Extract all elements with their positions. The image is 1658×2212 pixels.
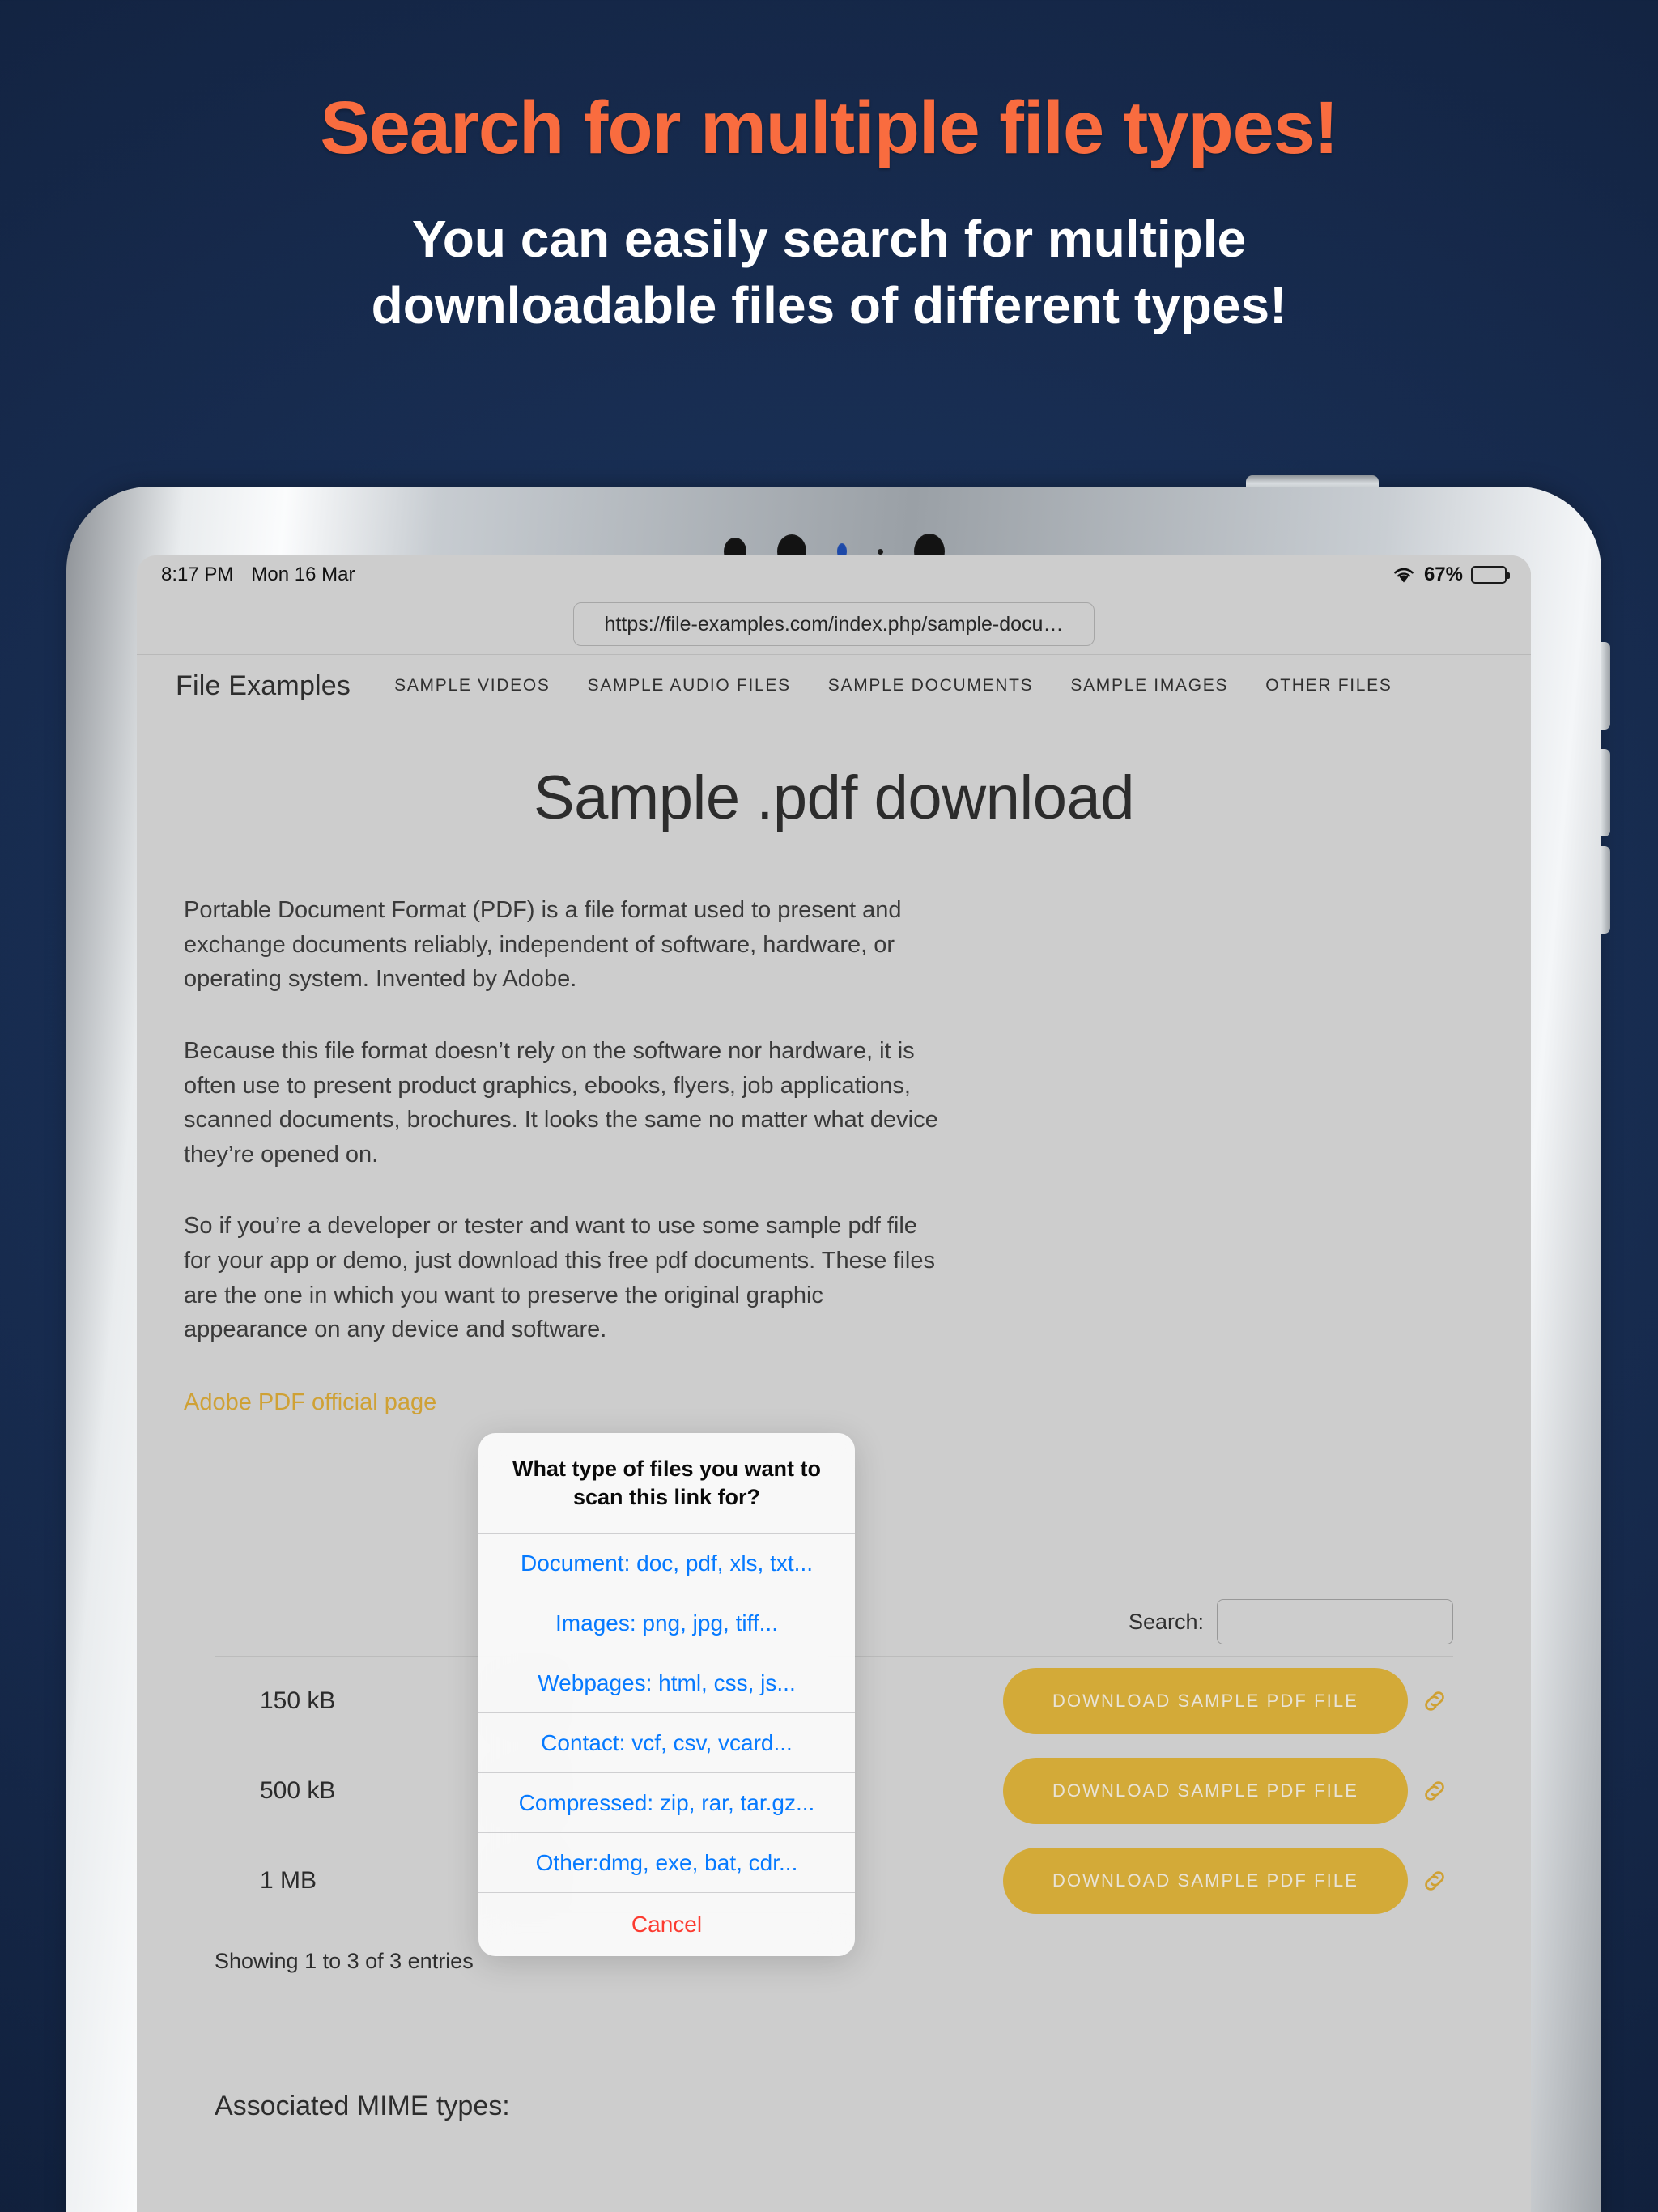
action-sheet-option-document[interactable]: Document: doc, pdf, xls, txt... — [478, 1534, 855, 1594]
chain-link-icon[interactable] — [1421, 1687, 1448, 1715]
action-sheet-option-images[interactable]: Images: png, jpg, tiff... — [478, 1593, 855, 1654]
file-size: 1 MB — [260, 1866, 317, 1894]
wifi-icon — [1392, 566, 1416, 584]
address-bar[interactable]: https://file-examples.com/index.php/samp… — [573, 602, 1095, 646]
action-sheet-title: What type of files you want to scan this… — [478, 1433, 855, 1534]
site-brand[interactable]: File Examples — [176, 670, 351, 702]
nav-links: SAMPLE VIDEOS SAMPLE AUDIO FILES SAMPLE … — [394, 676, 1392, 696]
promo-subtitle-line1: You can easily search for multiple — [411, 209, 1247, 268]
chain-link-icon[interactable] — [1421, 1867, 1448, 1895]
file-size: 500 kB — [260, 1777, 336, 1804]
adobe-pdf-official-page-link[interactable]: Adobe PDF official page — [184, 1389, 436, 1416]
browser-toolbar: https://file-examples.com/index.php/samp… — [137, 594, 1531, 654]
paragraph-3: So if you’re a developer or tester and w… — [184, 1213, 935, 1343]
paragraph-1: Portable Document Format (PDF) is a file… — [184, 897, 902, 993]
action-sheet-option-compressed[interactable]: Compressed: zip, rar, tar.gz... — [478, 1773, 855, 1834]
nav-link-sample-documents[interactable]: SAMPLE DOCUMENTS — [828, 676, 1034, 696]
promo-title: Search for multiple file types! — [320, 87, 1338, 169]
status-bar-right: 67% — [1392, 564, 1510, 586]
download-cell: DOWNLOAD SAMPLE PDF FILE — [765, 1758, 1453, 1824]
status-date: Mon 16 Mar — [251, 564, 355, 585]
site-navigation: File Examples SAMPLE VIDEOS SAMPLE AUDIO… — [137, 654, 1531, 717]
file-size: 150 kB — [260, 1687, 336, 1714]
nav-link-sample-images[interactable]: SAMPLE IMAGES — [1070, 676, 1228, 696]
promo-header: Search for multiple file types! You can … — [0, 0, 1658, 338]
nav-link-other-files[interactable]: OTHER FILES — [1265, 676, 1392, 696]
nav-link-sample-videos[interactable]: SAMPLE VIDEOS — [394, 676, 551, 696]
search-label: Search: — [1128, 1609, 1204, 1634]
download-button[interactable]: DOWNLOAD SAMPLE PDF FILE — [1003, 1847, 1408, 1914]
download-cell: DOWNLOAD SAMPLE PDF FILE — [765, 1847, 1453, 1914]
article-body: Portable Document Format (PDF) is a file… — [137, 893, 995, 1416]
paragraph-2: Because this file format doesn’t rely on… — [184, 1037, 938, 1168]
download-button[interactable]: DOWNLOAD SAMPLE PDF FILE — [1003, 1758, 1408, 1824]
download-cell: DOWNLOAD SAMPLE PDF FILE — [765, 1668, 1453, 1734]
battery-percent-label: 67% — [1423, 564, 1463, 585]
table-search-row: Search: — [1129, 1599, 1453, 1644]
mime-types-heading: Associated MIME types: — [215, 2091, 510, 2121]
status-bar: 8:17 PM Mon 16 Mar 67% — [137, 555, 1531, 594]
search-input[interactable] — [1217, 1599, 1453, 1644]
promo-subtitle: You can easily search for multiple downl… — [0, 206, 1658, 339]
chain-link-icon[interactable] — [1421, 1777, 1448, 1805]
action-sheet-option-other[interactable]: Other:dmg, exe, bat, cdr... — [478, 1833, 855, 1894]
page-title: Sample .pdf download — [533, 764, 1135, 832]
action-sheet-dialog: What type of files you want to scan this… — [478, 1433, 855, 1957]
promo-subtitle-line2: downloadable files of different types! — [371, 275, 1287, 334]
tablet-device: 8:17 PM Mon 16 Mar 67% https://file-exam… — [66, 475, 1610, 2212]
battery-icon — [1471, 566, 1510, 584]
action-sheet-option-webpages[interactable]: Webpages: html, css, js... — [478, 1653, 855, 1714]
action-sheet-option-contact[interactable]: Contact: vcf, csv, vcard... — [478, 1713, 855, 1774]
download-button[interactable]: DOWNLOAD SAMPLE PDF FILE — [1003, 1668, 1408, 1734]
table-entries-info: Showing 1 to 3 of 3 entries — [215, 1949, 474, 1973]
status-bar-left: 8:17 PM Mon 16 Mar — [161, 564, 355, 586]
action-sheet-cancel-button[interactable]: Cancel — [478, 1893, 855, 1956]
tablet-screen: 8:17 PM Mon 16 Mar 67% https://file-exam… — [137, 555, 1531, 2212]
page-content: Sample .pdf download Portable Document F… — [137, 763, 1531, 2212]
status-time: 8:17 PM — [161, 564, 234, 585]
nav-link-sample-audio-files[interactable]: SAMPLE AUDIO FILES — [588, 676, 791, 696]
